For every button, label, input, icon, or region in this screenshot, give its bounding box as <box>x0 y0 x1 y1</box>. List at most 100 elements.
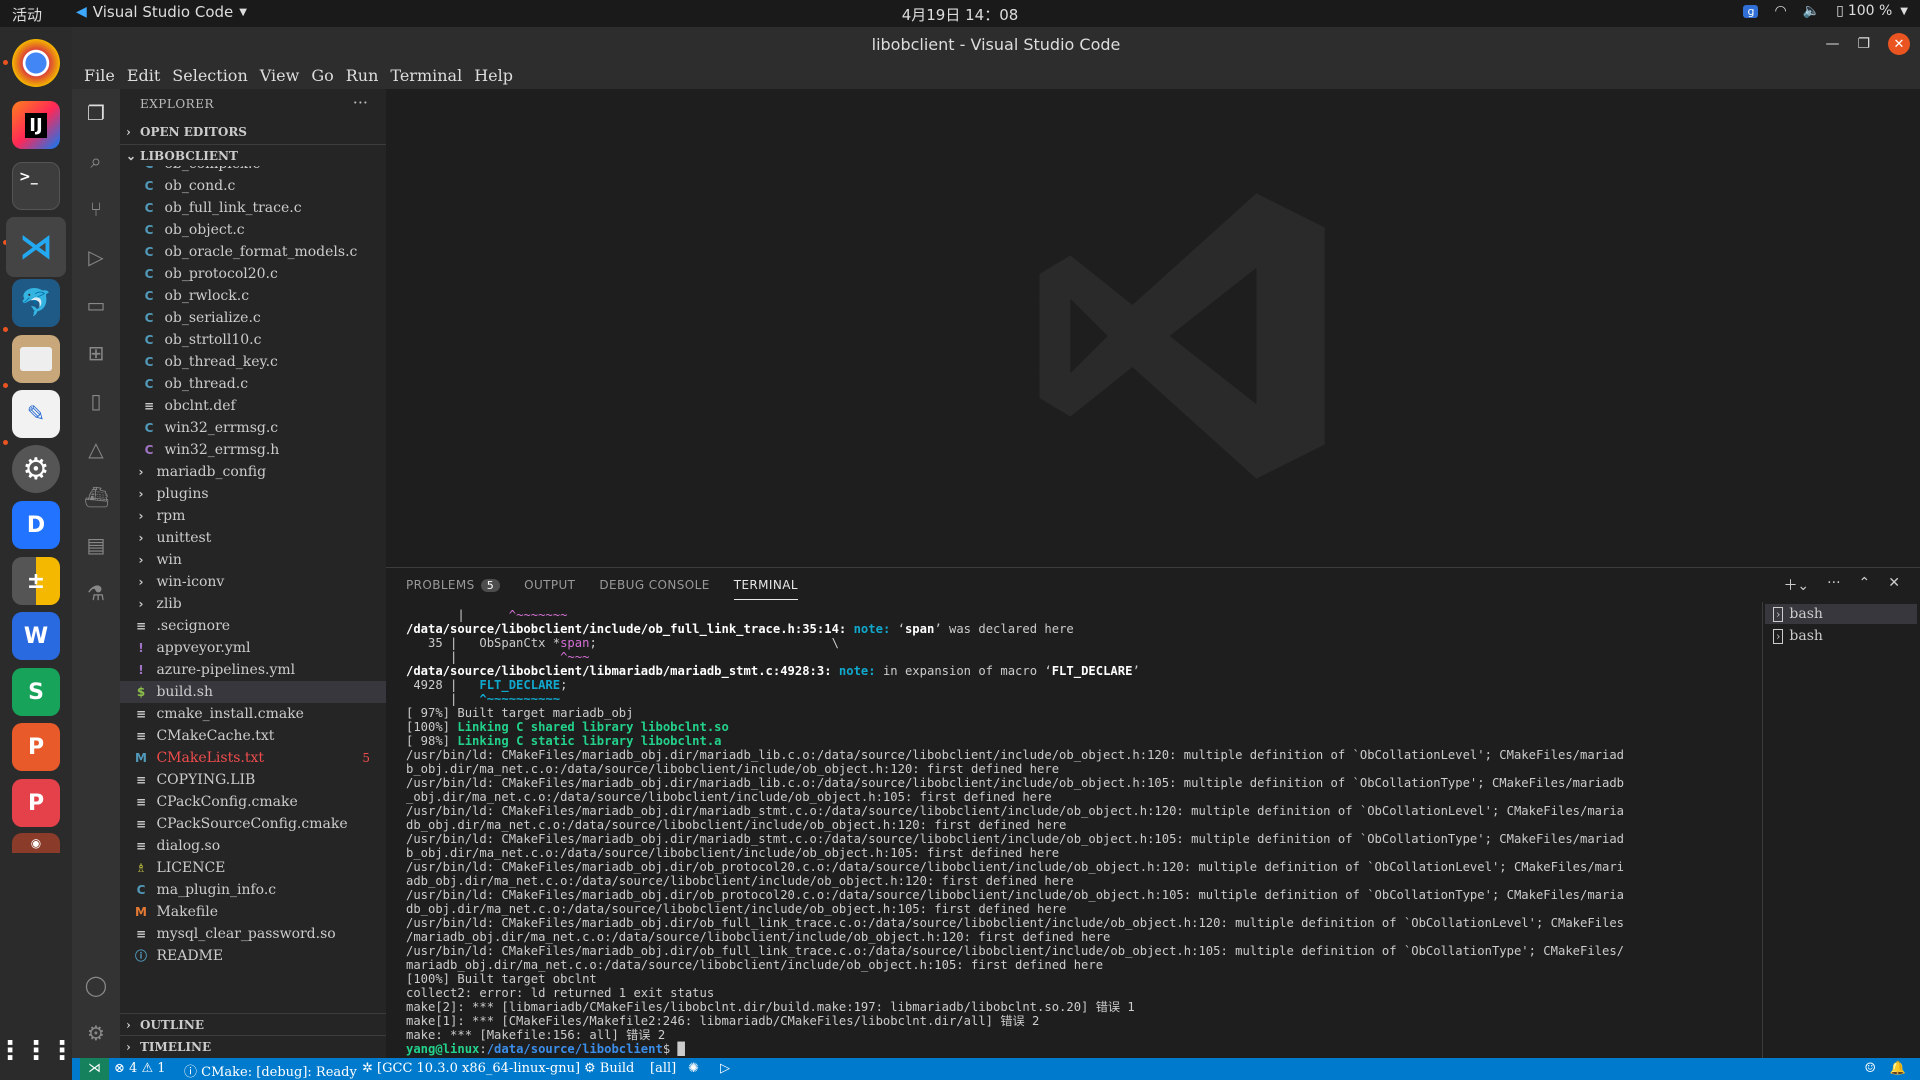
file-tree-item[interactable]: ≡ mysql_clear_password.so <box>120 923 386 945</box>
remote-explorer-icon[interactable]: ▭ <box>84 293 108 317</box>
editor-area[interactable] <box>386 89 1920 567</box>
file-tree-item[interactable]: ≡ dialog.so <box>120 835 386 857</box>
run-debug-icon[interactable]: ▷ <box>84 245 108 269</box>
file-tree-item[interactable]: ≡ .secignore <box>120 615 386 637</box>
launch-play-icon[interactable]: ▷ <box>720 1061 730 1076</box>
source-control-icon[interactable]: ⑂ <box>84 197 108 221</box>
clock[interactable]: 4月19日 14：08 <box>0 4 1920 25</box>
open-editors-section[interactable]: › OPEN EDITORS <box>120 121 386 143</box>
project-section[interactable]: ⌄ LIBOBCLIENT <box>120 144 386 166</box>
file-tree-item[interactable]: C ob_thread.c <box>120 373 386 395</box>
testing-icon[interactable]: ⚗ <box>84 581 108 605</box>
menu-help[interactable]: Help <box>468 63 519 89</box>
vscode-dock-icon[interactable]: ⋊ <box>6 217 66 277</box>
file-tree-item[interactable]: ≡ CMakeCache.txt <box>120 725 386 747</box>
software-store-icon[interactable]: ◉ <box>12 833 60 853</box>
activities-button[interactable]: 活动 <box>12 4 42 25</box>
build-button[interactable]: ⚙ Build <box>584 1061 634 1076</box>
problems-status[interactable]: ⊗ 4 ⚠ 1 <box>114 1061 166 1076</box>
explorer-icon[interactable]: ❐ <box>84 101 108 125</box>
maximize-panel-icon[interactable]: ⌃ <box>1859 575 1871 595</box>
more-actions-icon[interactable]: ··· <box>1827 575 1840 595</box>
calculator-icon[interactable]: ± <box>12 557 60 605</box>
wifi-icon[interactable]: ◠ <box>1774 3 1786 19</box>
more-actions-icon[interactable]: ··· <box>353 93 368 112</box>
feedback-icon[interactable]: ☺ <box>1864 1061 1876 1076</box>
tab-problems[interactable]: PROBLEMS 5 <box>406 568 501 600</box>
file-tree-item[interactable]: ≡ COPYING.LIB <box>120 769 386 791</box>
file-tree-item[interactable]: ≡ cmake_install.cmake <box>120 703 386 725</box>
close-panel-icon[interactable]: ✕ <box>1888 575 1900 595</box>
show-apps-grid-icon[interactable]: ⋮⋮⋮ <box>0 1027 75 1075</box>
bookmarks-icon[interactable]: ▯ <box>84 389 108 413</box>
maximize-icon[interactable]: ❐ <box>1857 36 1870 52</box>
close-window-icon[interactable]: ✕ <box>1888 33 1910 55</box>
system-menu-caret-icon[interactable]: ▼ <box>1900 6 1908 17</box>
menu-view[interactable]: View <box>254 63 306 89</box>
cmake-status[interactable]: ⓘ CMake: [debug]: Ready <box>184 1061 357 1080</box>
intellij-icon[interactable]: IJ <box>12 101 60 149</box>
file-tree-item[interactable]: › win-iconv <box>120 571 386 593</box>
accounts-icon[interactable]: ◯ <box>84 973 108 997</box>
wps-writer-icon[interactable]: W <box>12 612 60 660</box>
cmake-kit[interactable]: ✲ [GCC 10.3.0 x86_64-linux-gnu] <box>362 1061 580 1076</box>
search-icon[interactable]: ⌕ <box>84 149 108 173</box>
file-tree-item[interactable]: ≡ CPackConfig.cmake <box>120 791 386 813</box>
tab-output[interactable]: OUTPUT <box>524 568 575 600</box>
file-tree-item[interactable]: ⓘ README <box>120 945 386 967</box>
file-tree-item[interactable]: C ob_strtoll10.c <box>120 329 386 351</box>
file-tree-item[interactable]: C ob_serialize.c <box>120 307 386 329</box>
file-tree-item[interactable]: C ob_protocol20.c <box>120 263 386 285</box>
wps-presentation-icon[interactable]: P <box>12 723 60 771</box>
file-tree-item[interactable]: C ob_oracle_format_models.c <box>120 241 386 263</box>
menu-terminal[interactable]: Terminal <box>384 63 468 89</box>
notifications-bell-icon[interactable]: 🔔 <box>1890 1061 1906 1076</box>
file-tree-item[interactable]: C win32_errmsg.c <box>120 417 386 439</box>
file-tree-item[interactable]: C ob_thread_key.c <box>120 351 386 373</box>
cmake-icon[interactable]: △ <box>84 437 108 461</box>
file-tree-item[interactable]: C ob_cond.c <box>120 175 386 197</box>
file-tree-item[interactable]: ♗ LICENCE <box>120 857 386 879</box>
file-tree-item[interactable]: ! appveyor.yml <box>120 637 386 659</box>
menu-file[interactable]: File <box>78 63 121 89</box>
outline-section[interactable]: › OUTLINE <box>120 1013 386 1035</box>
dingtalk-icon[interactable]: D <box>12 501 60 549</box>
file-tree-item[interactable]: $ build.sh <box>120 681 386 703</box>
debug-bug-icon[interactable]: ✺ <box>688 1061 699 1076</box>
chrome-icon[interactable] <box>12 39 60 87</box>
app-menu[interactable]: ◀ Visual Studio Code ▼ <box>76 3 247 21</box>
terminal-item[interactable]: › bash <box>1765 626 1917 646</box>
file-tree-item[interactable]: M Makefile <box>120 901 386 923</box>
file-tree-item[interactable]: ! azure-pipelines.yml <box>120 659 386 681</box>
file-tree-item[interactable]: ≡ CPackSourceConfig.cmake <box>120 813 386 835</box>
extensions-icon[interactable]: ⊞ <box>84 341 108 365</box>
terminal-app-icon[interactable]: >_ <box>12 162 60 210</box>
file-tree-item[interactable]: › plugins <box>120 483 386 505</box>
new-terminal-icon[interactable]: ＋⌄ <box>1783 575 1809 595</box>
menu-go[interactable]: Go <box>305 63 339 89</box>
menu-run[interactable]: Run <box>340 63 385 89</box>
timeline-section[interactable]: › TIMELINE <box>120 1035 386 1057</box>
file-tree-item[interactable]: C ma_plugin_info.c <box>120 879 386 901</box>
battery-icon[interactable]: ▯ <box>1836 3 1844 19</box>
file-tree-item[interactable]: C ob_object.c <box>120 219 386 241</box>
text-editor-icon[interactable]: ✎ <box>12 390 60 438</box>
menu-selection[interactable]: Selection <box>166 63 253 89</box>
file-tree-item[interactable]: ⓘ README.md <box>120 967 386 971</box>
file-tree-item[interactable]: › zlib <box>120 593 386 615</box>
file-tree-item[interactable]: C ob_complex.c <box>120 166 386 175</box>
tab-terminal[interactable]: TERMINAL <box>733 568 798 600</box>
file-tree-item[interactable]: ≡ obclnt.def <box>120 395 386 417</box>
file-tree-item[interactable]: C win32_errmsg.h <box>120 439 386 461</box>
minimize-icon[interactable]: — <box>1825 36 1839 52</box>
manage-gear-icon[interactable]: ⚙ <box>84 1021 108 1045</box>
system-tray[interactable]: g ◠ 🔈 ▯ 100 % ▼ <box>1743 3 1908 19</box>
files-icon[interactable] <box>12 335 60 383</box>
menu-edit[interactable]: Edit <box>121 63 166 89</box>
file-tree-item[interactable]: C ob_rwlock.c <box>120 285 386 307</box>
file-tree-item[interactable]: › win <box>120 549 386 571</box>
docker-icon[interactable]: ⛴ <box>84 485 109 509</box>
input-method-icon[interactable]: g <box>1743 4 1759 18</box>
volume-icon[interactable]: 🔈 <box>1803 3 1820 19</box>
file-tree-item[interactable]: › unittest <box>120 527 386 549</box>
